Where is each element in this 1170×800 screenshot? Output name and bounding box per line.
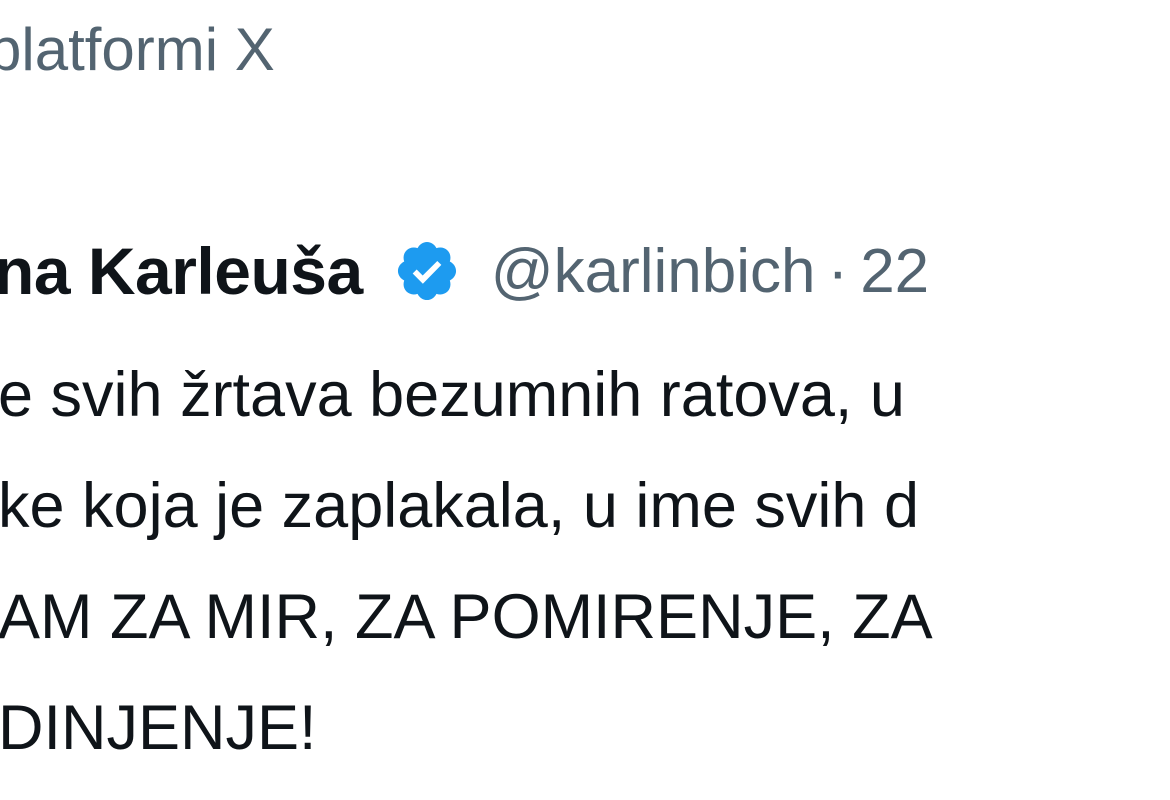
post-text-line: DINJENJE! [0, 693, 317, 763]
post-text: e svih žrtava bezumnih ratova, u ke koja… [0, 340, 1170, 784]
post-text-line: AM ZA MIR, ZA POMIRENJE, ZA [0, 582, 933, 652]
embed-caption: platformi X [0, 16, 275, 83]
post-text-line: e svih žrtava bezumnih ratova, u [0, 360, 905, 430]
post-author-row: na Karleuša @karlinbich · 22 [0, 226, 929, 316]
post-timestamp[interactable]: 22 [860, 236, 929, 307]
meta-separator: · [827, 236, 849, 306]
author-name[interactable]: na Karleuša [0, 233, 363, 309]
author-handle[interactable]: @karlinbich [491, 236, 816, 307]
verified-badge-icon [393, 237, 461, 305]
post-text-line: ke koja je zaplakala, u ime svih d [0, 471, 919, 541]
